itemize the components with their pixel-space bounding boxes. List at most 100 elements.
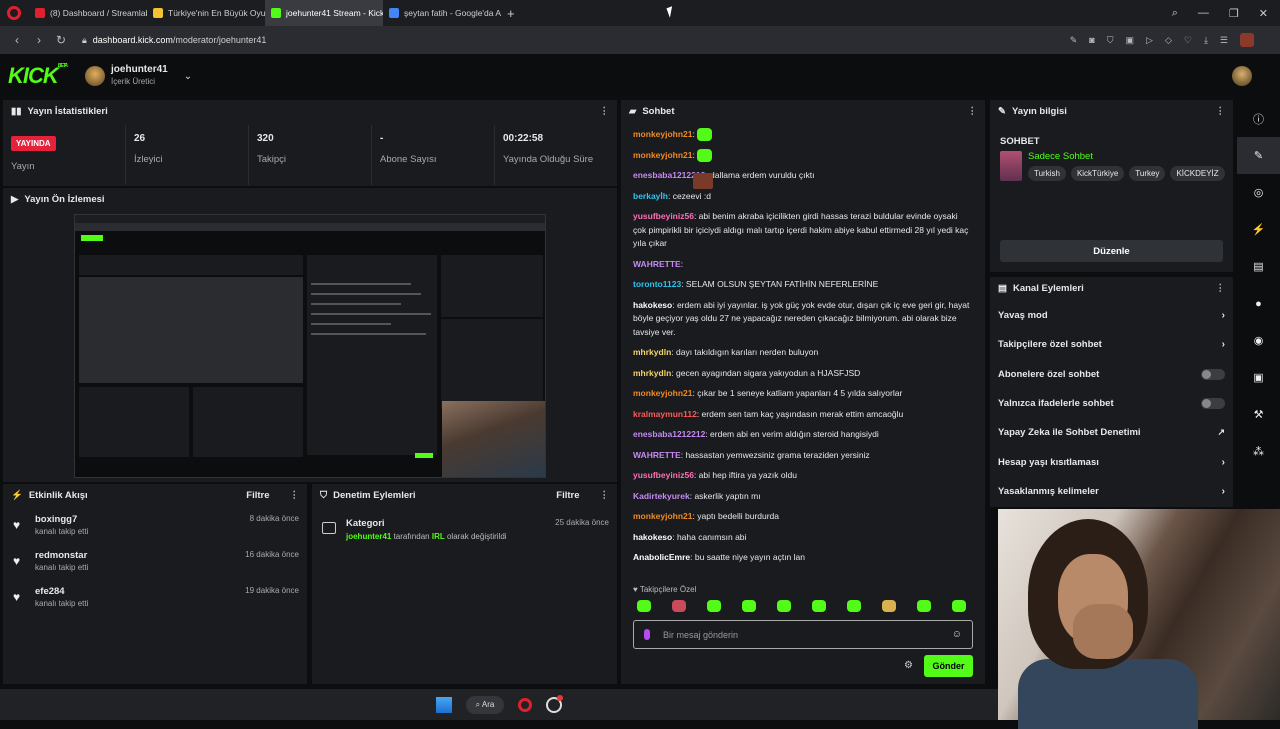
moderation-category[interactable]: IRL [432,532,445,541]
heart-icon[interactable]: ♡ [1184,35,1192,46]
more-menu-icon[interactable]: ⋮ [290,490,300,501]
moderation-filter-button[interactable]: Filtre [556,490,579,501]
bookmarks-icon[interactable]: ☰ [1220,35,1228,46]
chat-username[interactable]: yusufbeyiniz56 [633,470,694,480]
channel-action-item[interactable]: Yapay Zeka ile Sohbet Denetimi ↗ [990,418,1233,447]
emote-icon[interactable] [917,600,931,612]
edit-button[interactable]: Düzenle [1000,240,1223,262]
chat-messages[interactable]: monkeyjohn21: monkeyjohn21: enesbaba1212… [633,128,973,572]
play-icon[interactable]: ▷ [1146,35,1153,46]
chat-username[interactable]: mhrkydln [633,368,671,378]
event-user[interactable]: efe284 [35,586,88,597]
windows-start-icon[interactable] [435,696,452,713]
stream-tag[interactable]: Turkish [1028,166,1066,181]
more-menu-icon[interactable]: ⋮ [600,106,610,117]
more-menu-icon[interactable]: ⋮ [968,106,978,117]
chat-username[interactable]: monkeyjohn21 [633,511,693,521]
reload-icon[interactable]: ↻ [50,33,72,47]
stream-tag[interactable]: KİCKDEYİZ [1170,166,1225,181]
channel-avatar[interactable] [85,66,106,86]
search-tabs-icon[interactable]: ⌕ [1172,7,1178,20]
chat-username[interactable]: hakokeso [633,532,672,542]
emote-icon[interactable] [847,600,861,612]
profile-avatar[interactable] [1240,33,1254,47]
taskbar-search-button[interactable]: ⌕ Ara [465,695,505,714]
browser-tab[interactable]: joehunter41 Stream - Kick✕ [265,0,383,26]
download-icon[interactable]: ⤓ [1204,35,1208,46]
camera-icon[interactable]: ◙ [1089,35,1094,45]
emote-icon[interactable] [882,600,896,612]
event-user[interactable]: boxingg7 [35,514,88,525]
event-user[interactable]: redmonstar [35,550,88,561]
chevron-down-icon[interactable]: ⌄ [184,71,192,82]
back-icon[interactable]: ‹ [6,33,28,47]
send-button[interactable]: Gönder [924,655,973,677]
chat-username[interactable]: kralmaymun112 [633,409,697,419]
new-tab-button[interactable]: + [507,6,515,21]
chat-username[interactable]: WAHRETTE [633,259,681,269]
channel-action-item[interactable]: Yasaklanmış kelimeler › [990,477,1233,506]
cube-icon[interactable]: ▣ [1126,35,1135,46]
stream-tag[interactable]: KickTürkiye [1070,166,1125,181]
apps-icon[interactable]: ⁂ [1237,433,1280,470]
edit-icon[interactable]: ✎ [1070,35,1078,46]
emote-icon[interactable] [777,600,791,612]
channel-action-item[interactable]: Yalnızca ifadelerle sohbet [990,389,1233,418]
chat-username[interactable]: AnabolicEmre [633,552,690,562]
chat-username[interactable]: hakokeso [633,300,672,310]
users-icon[interactable]: ▣ [1237,359,1280,396]
broadcast-icon[interactable]: ◉ [1237,322,1280,359]
emote-icon[interactable] [812,600,826,612]
more-menu-icon[interactable]: ⋮ [600,490,610,501]
preview-video[interactable] [74,214,546,478]
forward-icon[interactable]: › [28,33,50,47]
maximize-icon[interactable]: ❐ [1229,7,1239,20]
gear-icon[interactable]: ⚙ [904,660,913,671]
activity-filter-button[interactable]: Filtre [246,490,269,501]
chat-username[interactable]: WAHRETTE [633,450,681,460]
browser-tab[interactable]: (8) Dashboard / Streamlab✕ [29,0,147,26]
toggle-switch[interactable] [1201,398,1225,410]
channel-action-item[interactable]: Yavaş mod › [990,301,1233,330]
pencil-icon[interactable]: ✎ [1237,137,1280,174]
chat-username[interactable]: mhrkydln [633,347,671,357]
more-menu-icon[interactable]: ⋮ [1216,283,1226,294]
channel-action-item[interactable]: Hesap yaşı kısıtlaması › [990,447,1233,476]
browser-tab[interactable]: şeytan fatih - Google'da A✕ [383,0,501,26]
url-field[interactable]: 🔒︎ dashboard.kick.com/moderator/joehunte… [82,35,266,46]
channel-switcher[interactable]: joehunter41 İçerik Üretici [111,64,168,88]
microphone-icon[interactable] [644,629,650,640]
opera-taskbar-icon[interactable] [518,697,533,712]
chat-bubble-icon[interactable]: ● [1237,285,1280,322]
browser-tab[interactable]: Türkiye'nin En Büyük Oyu✕ [147,0,265,26]
chat-username[interactable]: monkeyjohn21 [633,388,693,398]
target-icon[interactable]: ◎ [1237,174,1280,211]
info-icon[interactable]: ⓘ [1237,100,1280,137]
close-window-icon[interactable]: ✕ [1259,7,1268,20]
bolt-icon[interactable]: ⚡ [1237,211,1280,248]
user-avatar[interactable] [1232,66,1252,86]
chat-username[interactable]: toronto1123 [633,279,681,289]
channel-action-item[interactable]: Abonelere özel sohbet [990,360,1233,389]
emote-icon[interactable] [742,600,756,612]
emote-icon[interactable] [672,600,686,612]
chat-username[interactable]: enesbaba1212212 [633,429,705,439]
toggle-switch[interactable] [1201,368,1225,380]
channel-action-item[interactable]: Takipçilere özel sohbet › [990,330,1233,359]
chat-input[interactable]: Bir mesaj gönderin ☺ [633,620,973,649]
chat-username[interactable]: berkayİh [633,191,668,201]
pin-icon[interactable]: ◇ [1165,35,1172,46]
opera-logo-icon[interactable] [7,6,21,20]
kick-logo[interactable]: KICKBETA [8,63,68,89]
chat-username[interactable]: Kadirtekyurek [633,491,690,501]
emoji-icon[interactable]: ☺ [952,629,962,640]
chat-username[interactable]: yusufbeyiniz56 [633,211,694,221]
emote-icon[interactable] [952,600,966,612]
chat-username[interactable]: monkeyjohn21 [633,150,693,160]
emote-icon[interactable] [707,600,721,612]
app-taskbar-icon[interactable] [546,694,564,713]
moderation-user[interactable]: joehunter41 [346,532,391,541]
stream-tag[interactable]: Turkey [1129,166,1166,181]
minimize-icon[interactable]: — [1198,7,1209,19]
emote-icon[interactable] [637,600,651,612]
